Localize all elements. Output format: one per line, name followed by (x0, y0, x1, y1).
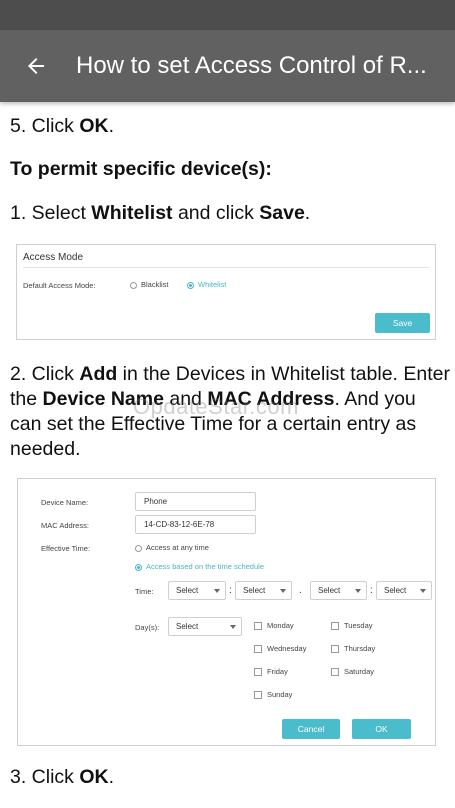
start-hour-select: Select (168, 581, 226, 600)
checkbox-icon (254, 691, 262, 700)
access-any-time-option: Access at any time (135, 543, 209, 552)
checkbox-icon (331, 645, 339, 654)
step-3-text: 3. Click OK. (10, 766, 115, 788)
checkbox-icon (331, 668, 339, 677)
radio-selected-icon (187, 281, 194, 289)
radio-selected-icon (135, 563, 142, 571)
day-checkbox-wednesday: Wednesday (254, 644, 306, 654)
mac-address-label: MAC Address: (41, 521, 89, 530)
chevron-down-icon (420, 589, 426, 593)
whitelist-option: Whitelist (187, 280, 226, 289)
watermark: OpdateStar.com (133, 394, 299, 419)
back-button[interactable] (0, 30, 72, 102)
time-separator: : (370, 585, 373, 596)
days-label: Day(s): (135, 623, 160, 632)
section-heading: To permit specific device(s): (10, 158, 272, 180)
chevron-down-icon (214, 589, 220, 593)
checkbox-icon (331, 622, 339, 631)
mac-address-field: 14-CD-83-12-6E-78 (135, 515, 256, 534)
blacklist-option: Blacklist (130, 280, 169, 289)
device-name-label: Device Name: (41, 498, 89, 507)
chevron-down-icon (280, 589, 286, 593)
radio-icon (135, 544, 142, 552)
day-checkbox-monday: Monday (254, 621, 294, 631)
ok-button-image: OK (352, 719, 411, 739)
time-range-separator: . (299, 585, 302, 596)
day-checkbox-sunday: Sunday (254, 690, 292, 700)
divider (23, 267, 429, 268)
page-title: How to set Access Control of R... (76, 52, 427, 79)
day-checkbox-saturday: Saturday (331, 667, 374, 677)
checkbox-icon (254, 622, 262, 631)
cancel-button-image: Cancel (282, 719, 340, 739)
access-mode-screenshot: Access Mode Default Access Mode: Blackli… (16, 244, 436, 340)
status-bar (0, 0, 455, 30)
checkbox-icon (254, 668, 262, 677)
effective-time-label: Effective Time: (41, 544, 91, 553)
save-button-image: Save (375, 313, 430, 333)
end-hour-select: Select (310, 581, 367, 600)
chevron-down-icon (355, 589, 361, 593)
article-content: 5. Click OK. To permit specific device(s… (0, 102, 455, 808)
device-form-screenshot: Device Name: Phone MAC Address: 14-CD-83… (17, 478, 436, 746)
chevron-down-icon (230, 625, 236, 629)
access-mode-title: Access Mode (23, 252, 84, 263)
day-checkbox-thursday: Thursday (331, 644, 375, 654)
end-minute-select: Select (376, 581, 432, 600)
device-name-field: Phone (135, 492, 256, 511)
day-checkbox-friday: Friday (254, 667, 288, 677)
step-5-text: 5. Click OK. (10, 115, 115, 137)
access-schedule-option: Access based on the time schedule (135, 562, 264, 571)
day-checkbox-tuesday: Tuesday (331, 621, 373, 631)
checkbox-icon (254, 645, 262, 654)
arrow-left-icon (28, 58, 44, 74)
time-separator: : (229, 585, 232, 596)
time-label: Time: (135, 587, 154, 596)
start-minute-select: Select (235, 581, 292, 600)
radio-icon (130, 281, 137, 289)
days-select: Select (168, 617, 242, 636)
app-bar: How to set Access Control of R... (0, 30, 455, 102)
step-1-text: 1. Select Whitelist and click Save. (10, 202, 311, 224)
default-access-mode-label: Default Access Mode: (23, 281, 96, 290)
